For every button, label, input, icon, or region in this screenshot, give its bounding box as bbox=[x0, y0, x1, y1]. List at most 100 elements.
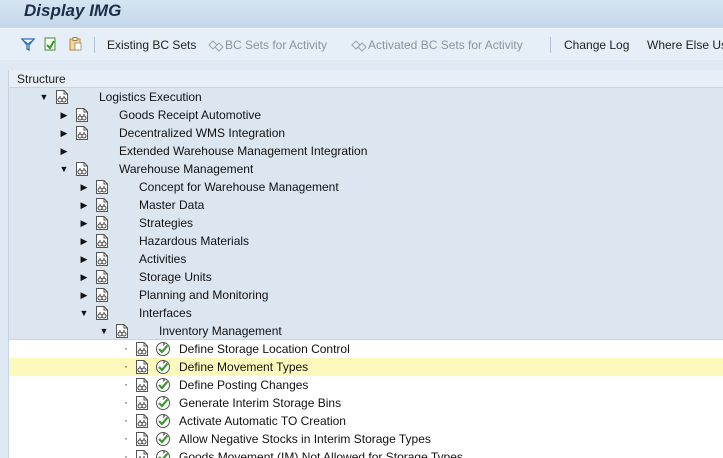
left-gutter bbox=[0, 70, 8, 458]
structure-header-label: Structure bbox=[17, 72, 66, 86]
tree-row[interactable]: ▶ Planning and Monitoring bbox=[9, 286, 723, 304]
tree-row[interactable]: ▶ Storage Units bbox=[9, 268, 723, 286]
execute-activity-icon[interactable] bbox=[155, 377, 171, 393]
tree-node-label[interactable]: Interfaces bbox=[139, 306, 192, 320]
tree-row[interactable]: · Define Movement Types bbox=[9, 358, 723, 376]
expand-triangle-icon[interactable]: ▶ bbox=[79, 218, 89, 228]
structure-node-icon bbox=[136, 360, 148, 374]
structure-node-icon bbox=[136, 378, 148, 392]
collapse-triangle-icon[interactable]: ▼ bbox=[59, 164, 69, 174]
structure-node-icon bbox=[136, 342, 148, 356]
img-structure-tree: Structure ▼ Logistics Execution ▶ Goods Rec… bbox=[8, 70, 723, 458]
structure-node-icon bbox=[96, 306, 108, 320]
expand-triangle-icon[interactable]: ▶ bbox=[59, 110, 69, 120]
application-toolbar: Existing BC Sets BC Sets for Activity Ac… bbox=[0, 28, 723, 60]
title-bar: Display IMG bbox=[0, 0, 723, 28]
structure-node-icon bbox=[136, 450, 148, 458]
structure-node-icon bbox=[56, 90, 68, 104]
collapse-triangle-icon[interactable]: ▼ bbox=[79, 308, 89, 318]
tree-node-label[interactable]: Goods Receipt Automotive bbox=[119, 108, 261, 122]
structure-node-icon bbox=[116, 324, 128, 338]
tree-row[interactable]: · Goods Movement (IM) Not Allowed for Sto… bbox=[9, 448, 723, 458]
expand-triangle-icon[interactable]: ▶ bbox=[79, 200, 89, 210]
tree-node-label[interactable]: Allow Negative Stocks in Interim Storage… bbox=[179, 432, 431, 446]
tree-node-label[interactable]: Generate Interim Storage Bins bbox=[179, 396, 341, 410]
expand-triangle-icon[interactable]: ▶ bbox=[59, 146, 69, 156]
tree-row[interactable]: ▶ Concept for Warehouse Management bbox=[9, 178, 723, 196]
structure-node-icon bbox=[96, 252, 108, 266]
tree-node-label[interactable]: Inventory Management bbox=[159, 324, 282, 338]
structure-column-header[interactable]: Structure bbox=[9, 70, 723, 88]
expand-triangle-icon[interactable]: ▶ bbox=[59, 128, 69, 138]
tree-row[interactable]: ▶ Master Data bbox=[9, 196, 723, 214]
tree-node-label[interactable]: Storage Units bbox=[139, 270, 212, 284]
bc-set-icon bbox=[208, 40, 224, 52]
expand-triangle-icon[interactable]: ▶ bbox=[79, 254, 89, 264]
toolbar-separator bbox=[94, 37, 95, 53]
tree-row[interactable]: ▼ Warehouse Management bbox=[9, 160, 723, 178]
tree-row[interactable]: · Generate Interim Storage Bins bbox=[9, 394, 723, 412]
leaf-bullet-icon: · bbox=[124, 377, 128, 391]
tree-row[interactable]: ▶ Extended Warehouse Management Integrati… bbox=[9, 142, 723, 160]
tree-node-label[interactable]: Planning and Monitoring bbox=[139, 288, 268, 302]
execute-activity-icon[interactable] bbox=[155, 341, 171, 357]
tree-row[interactable]: ▶ Activities bbox=[9, 250, 723, 268]
activated-bc-sets-for-activity-button[interactable]: Activated BC Sets for Activity bbox=[368, 36, 523, 54]
collapse-triangle-icon[interactable]: ▼ bbox=[39, 92, 49, 102]
toolbar-separator bbox=[550, 37, 551, 53]
leaf-bullet-icon: · bbox=[124, 431, 128, 445]
tree-node-label[interactable]: Goods Movement (IM) Not Allowed for Stor… bbox=[179, 450, 463, 458]
expand-triangle-icon[interactable]: ▶ bbox=[79, 182, 89, 192]
document-icon[interactable] bbox=[42, 36, 58, 52]
collapse-triangle-icon[interactable]: ▼ bbox=[99, 326, 109, 336]
execute-activity-icon[interactable] bbox=[155, 395, 171, 411]
tree-node-label[interactable]: Logistics Execution bbox=[99, 90, 202, 104]
tree-row[interactable]: · Allow Negative Stocks in Interim Storag… bbox=[9, 430, 723, 448]
tree-node-label[interactable]: Extended Warehouse Management Integratio… bbox=[119, 144, 367, 158]
structure-node-icon bbox=[136, 414, 148, 428]
tree-row[interactable]: ▶ Strategies bbox=[9, 214, 723, 232]
tree-row[interactable]: · Define Storage Location Control bbox=[9, 340, 723, 358]
tree-node-label[interactable]: Define Storage Location Control bbox=[179, 342, 350, 356]
tree-node-label[interactable]: Decentralized WMS Integration bbox=[119, 126, 285, 140]
execute-activity-icon[interactable] bbox=[155, 413, 171, 429]
tree-node-label[interactable]: Concept for Warehouse Management bbox=[139, 180, 339, 194]
structure-node-icon bbox=[96, 216, 108, 230]
tree-row[interactable]: · Activate Automatic TO Creation bbox=[9, 412, 723, 430]
clipboard-icon[interactable] bbox=[67, 36, 83, 52]
tree-row[interactable]: · Define Posting Changes bbox=[9, 376, 723, 394]
tree-row[interactable]: ▶ Goods Receipt Automotive bbox=[9, 106, 723, 124]
expand-triangle-icon[interactable]: ▶ bbox=[79, 236, 89, 246]
execute-activity-icon[interactable] bbox=[155, 449, 171, 458]
filter-icon[interactable] bbox=[20, 36, 36, 52]
bc-sets-for-activity-button[interactable]: BC Sets for Activity bbox=[225, 36, 327, 54]
leaf-bullet-icon: · bbox=[124, 413, 128, 427]
tree-node-label[interactable]: Strategies bbox=[139, 216, 193, 230]
execute-activity-icon[interactable] bbox=[155, 359, 171, 375]
tree-row[interactable]: ▼ Inventory Management bbox=[9, 322, 723, 340]
change-log-button[interactable]: Change Log bbox=[564, 36, 629, 54]
tree-row[interactable]: ▶ Hazardous Materials bbox=[9, 232, 723, 250]
tree-node-label[interactable]: Warehouse Management bbox=[119, 162, 253, 176]
tree-row[interactable]: ▼ Logistics Execution bbox=[9, 88, 723, 106]
structure-node-icon bbox=[136, 432, 148, 446]
tree-node-label[interactable]: Master Data bbox=[139, 198, 204, 212]
tree-node-label[interactable]: Hazardous Materials bbox=[139, 234, 249, 248]
tree-row[interactable]: ▼ Interfaces bbox=[9, 304, 723, 322]
execute-activity-icon[interactable] bbox=[155, 431, 171, 447]
structure-node-icon bbox=[76, 108, 88, 122]
tree-row[interactable]: ▶ Decentralized WMS Integration bbox=[9, 124, 723, 142]
tree-node-label[interactable]: Activities bbox=[139, 252, 186, 266]
tree-node-label[interactable]: Activate Automatic TO Creation bbox=[179, 414, 346, 428]
structure-node-icon bbox=[96, 270, 108, 284]
leaf-bullet-icon: · bbox=[124, 359, 128, 373]
structure-node-icon bbox=[96, 198, 108, 212]
leaf-bullet-icon: · bbox=[124, 341, 128, 355]
structure-node-icon bbox=[96, 180, 108, 194]
where-else-used-button[interactable]: Where Else Us bbox=[647, 36, 723, 54]
expand-triangle-icon[interactable]: ▶ bbox=[79, 290, 89, 300]
tree-node-label[interactable]: Define Posting Changes bbox=[179, 378, 308, 392]
tree-node-label[interactable]: Define Movement Types bbox=[179, 360, 308, 374]
expand-triangle-icon[interactable]: ▶ bbox=[79, 272, 89, 282]
existing-bc-sets-button[interactable]: Existing BC Sets bbox=[107, 36, 196, 54]
